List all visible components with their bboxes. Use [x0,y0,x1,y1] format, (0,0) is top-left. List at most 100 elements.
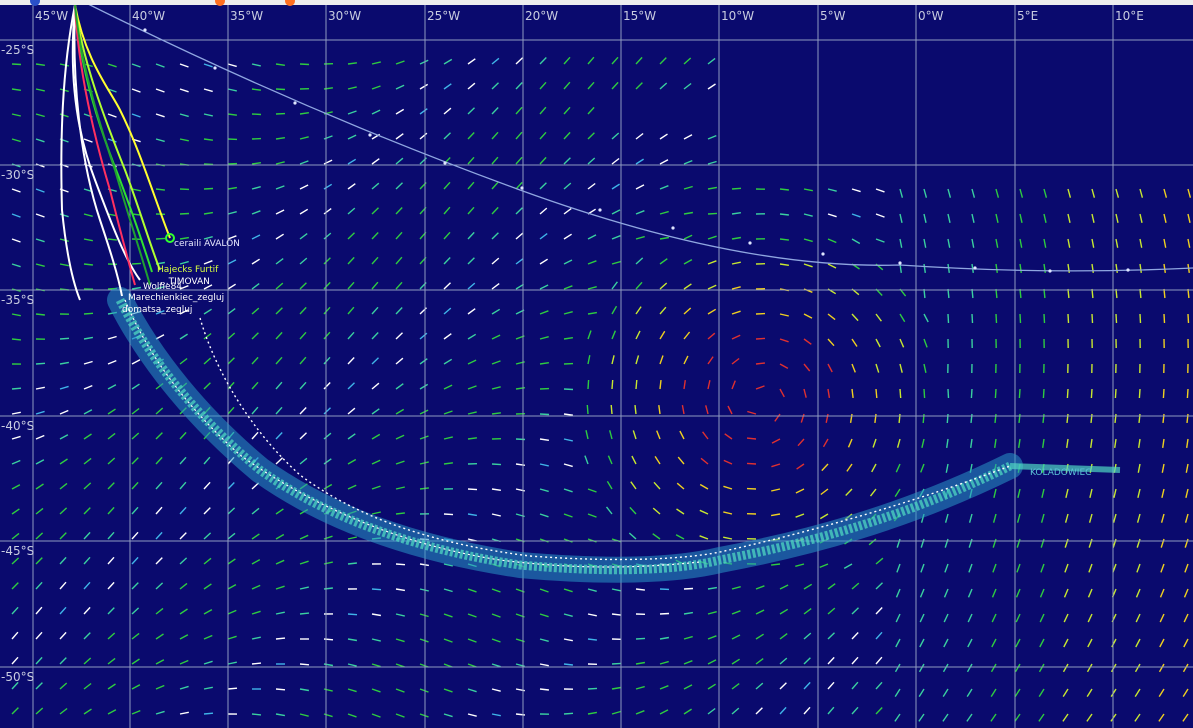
longitude-label: 20°W [525,9,558,23]
wind-barb [659,612,670,615]
wind-barb [875,388,878,399]
wind-barb [1066,388,1069,399]
wind-barb [491,463,502,466]
wind-barb [371,588,382,591]
wind-barb [275,637,286,640]
wind-barb [635,637,646,640]
wind-barb [1115,313,1118,324]
latitude-label: -30°S [1,168,34,182]
wind-barb [635,379,638,390]
wind-barb [947,313,950,324]
wind-barb [227,687,238,690]
wind-barb [251,113,262,116]
great-circle-waypoint [821,252,825,256]
boat-name-label[interactable]: Marechienkiec_zegluj [128,293,224,303]
wind-barb [515,438,526,441]
wind-barb [59,337,70,340]
wind-barb [1091,313,1094,324]
wind-barb [995,313,998,324]
latitude-label: -35°S [1,293,34,307]
wind-barb [563,388,574,391]
wind-barb [1138,413,1141,423]
latitude-label: -40°S [1,419,34,433]
wind-barb [563,663,573,666]
great-circle-waypoint [973,266,977,270]
boat-name-label[interactable]: ceraili AVALON [174,239,240,249]
wind-barb [1162,413,1165,423]
wind-barb [947,388,950,399]
wind-barb [994,413,997,423]
wind-barb [1114,413,1117,423]
great-circle-waypoint [520,186,524,190]
wind-barb [611,662,622,665]
wind-barb [275,688,286,691]
wind-barb [1090,388,1093,399]
wind-barb [587,379,590,390]
wind-barb [755,337,766,340]
wind-barb [203,712,214,715]
longitude-label: 45°W [35,9,68,23]
longitude-label: 10°E [1115,9,1144,23]
boat-name-label[interactable]: Wolfie84 [143,282,182,292]
wind-barb [971,313,974,324]
wind-barb [970,413,973,423]
great-circle-waypoint [898,261,902,265]
wind-barb [970,388,973,399]
wind-barb [11,63,22,66]
longitude-label: 15°W [623,9,656,23]
boat-name-label[interactable]: Hajecks Furtif [157,265,219,275]
wind-barb [1018,388,1021,399]
great-circle-waypoint [748,241,752,245]
great-circle-waypoint [1126,268,1130,272]
great-circle-waypoint [671,226,675,230]
wind-barb [1067,313,1070,324]
great-circle-waypoint [293,101,297,105]
great-circle-waypoint [1048,269,1052,273]
boat-name-label[interactable]: domatsa_zegluj [122,305,192,315]
wind-barb [1186,413,1189,423]
wind-barb [755,362,765,365]
wind-barb [659,380,662,390]
wind-barb [898,413,901,424]
wind-barb [131,262,142,265]
wind-barb [467,488,478,491]
wind-barb [1163,313,1166,324]
wind-barb [1162,388,1165,399]
wind-barb [299,612,310,615]
wind-barb [1042,388,1045,399]
wind-barb [323,638,334,641]
wind-barb [323,587,333,590]
wind-barb [563,712,574,715]
longitude-label: 40°W [132,9,165,23]
wind-barb [586,404,589,415]
wind-barb [35,362,46,365]
wind-barb [746,437,757,440]
wind-barb [683,587,694,590]
longitude-label: 25°W [427,9,460,23]
latitude-label: -25°S [1,43,34,57]
wind-barb [539,688,549,691]
sailing-route-map[interactable]: 45°W 40°W 35°W 30°W 25°W 20°W 15°W 10°W 5°W 0°W 5°… [0,0,1193,728]
wind-barb [395,563,406,566]
wind-barb [347,613,358,616]
wind-barb [1139,313,1142,324]
wind-barb [746,462,757,465]
boat-name-label[interactable]: KOLADOWIEC [1030,468,1091,478]
wind-barb [731,187,742,190]
ocean-background [0,0,1193,728]
wind-barb [155,237,166,240]
great-circle-waypoint [368,133,372,137]
wind-barb [1018,413,1021,423]
great-circle-waypoint [213,66,217,70]
wind-barb [83,263,93,266]
wind-barb [35,313,45,316]
wind-barb [251,713,262,716]
toolbar-strip [0,0,1193,5]
wind-barb [275,88,286,91]
wind-barb [179,212,190,215]
great-circle-waypoint [598,208,602,212]
wind-barb [299,63,310,66]
wind-barb [347,562,357,565]
wind-barb [922,413,925,424]
wind-barb [610,404,613,415]
